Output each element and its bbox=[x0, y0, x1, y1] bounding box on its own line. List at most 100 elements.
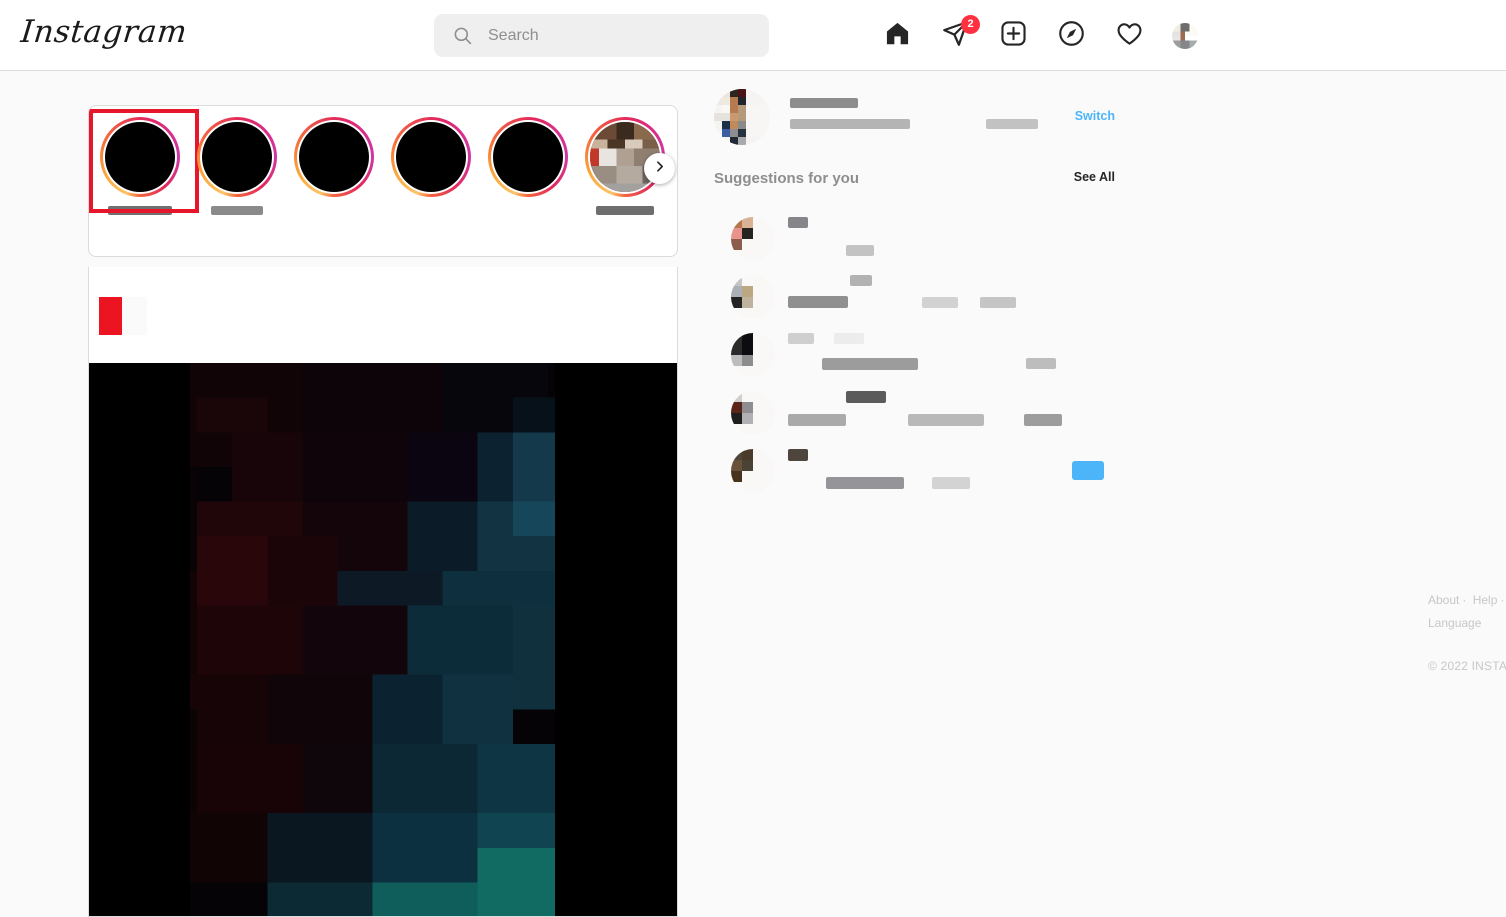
sidebar-footer: About· Help· Press· API· Jobs· Privacy· … bbox=[1428, 589, 1506, 673]
story-ring bbox=[391, 117, 471, 197]
messages-badge: 2 bbox=[961, 14, 980, 34]
suggestion-meta-2 bbox=[1026, 358, 1056, 369]
suggestion-avatar[interactable] bbox=[731, 449, 775, 493]
suggestion-subtitle bbox=[846, 245, 874, 256]
suggestion-meta bbox=[922, 297, 958, 308]
post-author-avatar[interactable] bbox=[99, 297, 122, 335]
story-username bbox=[211, 206, 263, 215]
suggestion-meta bbox=[846, 391, 886, 403]
new-post-button[interactable] bbox=[998, 20, 1028, 51]
suggestion-meta bbox=[932, 477, 970, 489]
footer-link-help[interactable]: Help bbox=[1473, 593, 1498, 607]
current-user-username bbox=[790, 98, 858, 108]
suggestion-subtitle bbox=[826, 477, 904, 489]
home-button[interactable] bbox=[882, 21, 912, 51]
chevron-right-icon bbox=[653, 160, 666, 178]
suggestion-info bbox=[788, 217, 874, 256]
activity-button[interactable] bbox=[1114, 21, 1144, 51]
see-all-button[interactable]: See All bbox=[1074, 170, 1115, 184]
main-content: Switch Suggestions for you See All About… bbox=[0, 71, 1506, 917]
heart-icon bbox=[1116, 20, 1143, 52]
suggestion-username bbox=[788, 217, 808, 228]
footer-separator: · bbox=[1462, 593, 1467, 607]
suggestion-row[interactable] bbox=[714, 443, 1134, 501]
suggestions-list bbox=[714, 211, 1134, 501]
story-avatar bbox=[493, 122, 563, 192]
suggestion-info bbox=[788, 275, 1016, 308]
top-navigation-bar: Instagram Search 2 bbox=[0, 0, 1506, 71]
suggestion-info bbox=[788, 449, 970, 489]
current-user-extra bbox=[986, 119, 1038, 129]
avatar-icon bbox=[1172, 22, 1198, 49]
current-user-fullname bbox=[790, 119, 910, 129]
explore-button[interactable] bbox=[1056, 20, 1086, 52]
suggestion-row[interactable] bbox=[714, 327, 1134, 385]
suggestions-header: Suggestions for you See All bbox=[714, 159, 1134, 197]
stories-tray bbox=[88, 105, 678, 257]
suggestion-username bbox=[788, 296, 848, 308]
current-user-row[interactable]: Switch bbox=[714, 71, 1134, 159]
suggestion-subtitle bbox=[822, 358, 918, 370]
story-avatar bbox=[396, 122, 466, 192]
compass-icon bbox=[1058, 20, 1085, 52]
current-user-avatar[interactable] bbox=[714, 89, 770, 145]
search-icon bbox=[453, 26, 472, 45]
suggestion-row[interactable] bbox=[714, 211, 1134, 269]
suggestion-subtitle bbox=[908, 414, 984, 426]
suggestion-avatar[interactable] bbox=[731, 275, 775, 319]
search-input[interactable]: Search bbox=[434, 14, 769, 57]
stories-strip bbox=[89, 109, 675, 215]
post-header bbox=[89, 267, 677, 363]
suggestions-title: Suggestions for you bbox=[714, 169, 860, 187]
story-item[interactable] bbox=[583, 117, 675, 215]
story-ring bbox=[100, 117, 180, 197]
story-item[interactable] bbox=[486, 117, 570, 215]
right-sidebar: Switch Suggestions for you See All About… bbox=[714, 71, 1506, 673]
footer-copyright: © 2022 INSTAGRAM FROM META bbox=[1428, 659, 1506, 673]
messages-button[interactable]: 2 bbox=[940, 14, 980, 51]
story-ring bbox=[294, 117, 374, 197]
post-image[interactable] bbox=[89, 363, 677, 916]
story-ring bbox=[488, 117, 568, 197]
switch-account-button[interactable]: Switch bbox=[1075, 109, 1115, 123]
story-item[interactable] bbox=[89, 109, 199, 215]
suggestion-subtitle bbox=[850, 275, 872, 286]
suggestion-avatar[interactable] bbox=[731, 333, 775, 377]
story-avatar bbox=[202, 122, 272, 192]
footer-separator: · bbox=[1500, 593, 1505, 607]
feed-post bbox=[88, 267, 678, 917]
suggestion-username bbox=[788, 414, 846, 426]
stories-next-button[interactable] bbox=[644, 153, 675, 184]
story-ring bbox=[197, 117, 277, 197]
story-username bbox=[596, 206, 654, 215]
post-image-pixels bbox=[127, 363, 618, 916]
nav-icon-group: 2 bbox=[882, 0, 1198, 71]
suggestion-info bbox=[788, 333, 1056, 370]
current-user-text bbox=[790, 98, 1050, 129]
suggestion-info bbox=[788, 391, 1062, 426]
suggestion-avatar[interactable] bbox=[731, 391, 775, 435]
search-placeholder: Search bbox=[488, 26, 539, 44]
footer-link-language[interactable]: Language bbox=[1428, 616, 1481, 630]
profile-avatar-button[interactable] bbox=[1172, 22, 1198, 49]
story-username bbox=[108, 206, 172, 215]
suggestion-username bbox=[788, 449, 808, 461]
home-icon bbox=[884, 20, 911, 52]
suggestion-meta-2 bbox=[1024, 414, 1062, 426]
suggestion-username bbox=[788, 333, 814, 344]
footer-links: About· Help· Press· API· Jobs· Privacy· … bbox=[1428, 589, 1506, 635]
suggestion-avatar[interactable] bbox=[731, 217, 775, 261]
story-item[interactable] bbox=[292, 117, 376, 215]
post-author-name bbox=[122, 297, 147, 335]
follow-button[interactable] bbox=[1072, 461, 1104, 480]
suggestion-meta bbox=[834, 333, 864, 344]
suggestion-row[interactable] bbox=[714, 269, 1134, 327]
suggestion-row[interactable] bbox=[714, 385, 1134, 443]
suggestion-meta-2 bbox=[980, 297, 1016, 308]
story-item[interactable] bbox=[195, 117, 279, 215]
instagram-logo[interactable]: Instagram bbox=[19, 14, 189, 50]
story-avatar bbox=[105, 122, 175, 192]
story-item[interactable] bbox=[389, 117, 473, 215]
footer-link-about[interactable]: About bbox=[1428, 593, 1459, 607]
story-avatar bbox=[299, 122, 369, 192]
